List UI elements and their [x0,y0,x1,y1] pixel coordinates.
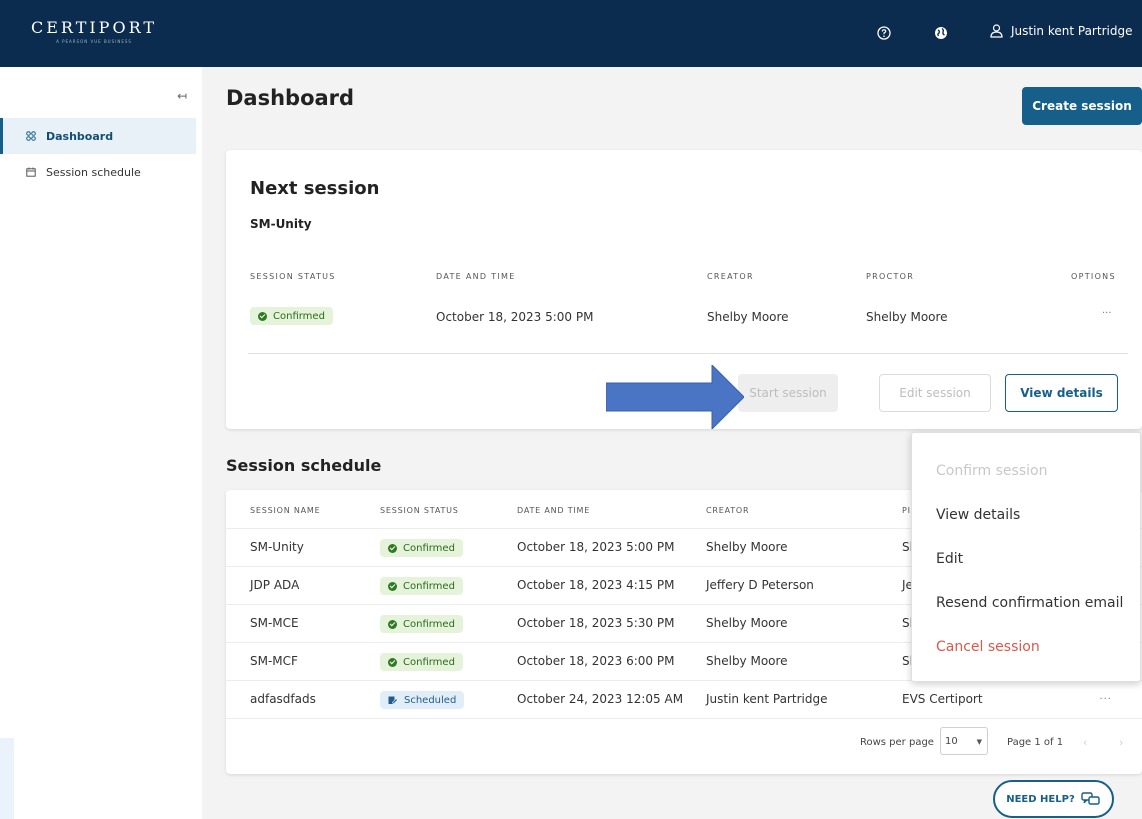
rows-per-page-select[interactable]: 10 ▼ [940,727,988,755]
check-circle-icon [258,311,267,321]
status-badge: Confirmed [380,653,463,672]
row-options-icon[interactable]: ··· [1099,694,1112,705]
sidebar-item-label: Dashboard [46,129,114,143]
session-name: SM-MCE [250,616,299,630]
menu-item-view-details[interactable]: View details [936,507,1020,523]
rows-per-page-label: Rows per page [860,737,934,748]
session-name: JDP ADA [250,578,300,592]
collapse-sidebar-icon[interactable]: ↤ [177,89,187,103]
column-header-session-status: SESSION STATUS [250,272,336,281]
next-session-proctor: Shelby Moore [866,310,948,324]
session-date-time: October 18, 2023 6:00 PM [517,654,675,668]
column-header-creator: CREATOR [707,272,754,281]
scheduled-icon [388,696,398,705]
start-session-button[interactable]: Start session [738,374,838,412]
column-header-proctor: PROCTOR [866,272,915,281]
menu-item-cancel-session[interactable]: Cancel session [936,639,1040,655]
session-date-time: October 24, 2023 12:05 AM [517,692,684,706]
column-header-date-time: DATE AND TIME [436,272,516,281]
help-icon[interactable] [877,26,891,40]
column-header-options: OPTIONS [1071,272,1116,281]
annotation-arrow-icon [606,365,744,429]
calendar-icon [26,167,36,177]
side-strip [0,738,14,819]
session-creator: Shelby Moore [706,654,788,668]
check-circle-icon [388,619,397,629]
sidebar-item-dashboard[interactable]: Dashboard [0,118,196,154]
status-badge: Confirmed [380,577,463,596]
next-session-creator: Shelby Moore [707,310,789,324]
user-icon [990,24,1003,38]
dashboard-icon [26,131,36,141]
edit-session-button[interactable]: Edit session [879,374,991,412]
table-row[interactable]: adfasdfads Scheduled October 24, 2023 12… [226,680,1142,718]
next-session-date-time: October 18, 2023 5:00 PM [436,310,594,324]
create-session-button[interactable]: Create session [1022,87,1142,125]
session-proctor: EVS Certiport [902,692,983,706]
check-circle-icon [388,581,397,591]
status-badge: Confirmed [380,539,463,558]
session-name: SM-Unity [250,540,304,554]
session-options-menu: Confirm session View details Edit Resend… [911,432,1141,682]
column-header-creator: CREATOR [706,506,750,515]
next-session-name: SM-Unity [250,217,312,231]
session-date-time: October 18, 2023 5:30 PM [517,616,675,630]
need-help-button[interactable]: NEED HELP? [993,780,1114,818]
column-header-proctor: PI [902,506,911,515]
top-bar: CERTIPORT A PEARSON VUE BUSINESS Justin … [0,0,1142,67]
column-header-session-status: SESSION STATUS [380,506,459,515]
check-circle-icon [388,657,397,667]
column-header-date-time: DATE AND TIME [517,506,591,515]
column-header-session-name: SESSION NAME [250,506,321,515]
session-date-time: October 18, 2023 4:15 PM [517,578,675,592]
chevron-down-icon: ▼ [976,738,982,746]
previous-page-icon[interactable]: ‹ [1083,736,1087,749]
session-name: SM-MCF [250,654,298,668]
logo-subtitle: A PEARSON VUE BUSINESS [56,39,132,44]
certiport-logo[interactable]: CERTIPORT A PEARSON VUE BUSINESS [31,18,157,44]
session-schedule-title: Session schedule [226,456,382,475]
status-badge: Confirmed [380,615,463,634]
user-menu[interactable]: Justin kent Partridge [990,24,1132,38]
sidebar-item-session-schedule[interactable]: Session schedule [0,154,196,190]
page-indicator: Page 1 of 1 [1007,737,1064,748]
view-details-button[interactable]: View details [1005,374,1118,412]
status-badge: Scheduled [380,691,465,710]
sidebar: ↤ Dashboard Session schedule [0,67,202,819]
table-footer [226,718,1142,774]
session-date-time: October 18, 2023 5:00 PM [517,540,675,554]
menu-item-confirm-session[interactable]: Confirm session [936,463,1047,479]
options-menu-icon[interactable]: ··· [1102,308,1112,319]
logo-text: CERTIPORT [31,18,157,37]
session-creator: Jeffery D Peterson [706,578,814,592]
session-name: adfasdfads [250,692,316,706]
divider [248,353,1128,354]
session-creator: Justin kent Partridge [706,692,828,706]
user-name: Justin kent Partridge [1011,24,1133,38]
status-badge: Confirmed [250,307,333,325]
next-session-title: Next session [250,178,380,199]
sidebar-item-label: Session schedule [46,165,141,179]
chat-icon [1081,792,1100,805]
session-creator: Shelby Moore [706,540,788,554]
menu-item-edit[interactable]: Edit [936,551,963,567]
next-page-icon[interactable]: › [1119,736,1123,749]
globe-icon[interactable] [934,26,948,40]
page-title: Dashboard [226,86,355,110]
session-creator: Shelby Moore [706,616,788,630]
menu-item-resend-confirmation-email[interactable]: Resend confirmation email [936,595,1123,611]
check-circle-icon [388,543,397,553]
